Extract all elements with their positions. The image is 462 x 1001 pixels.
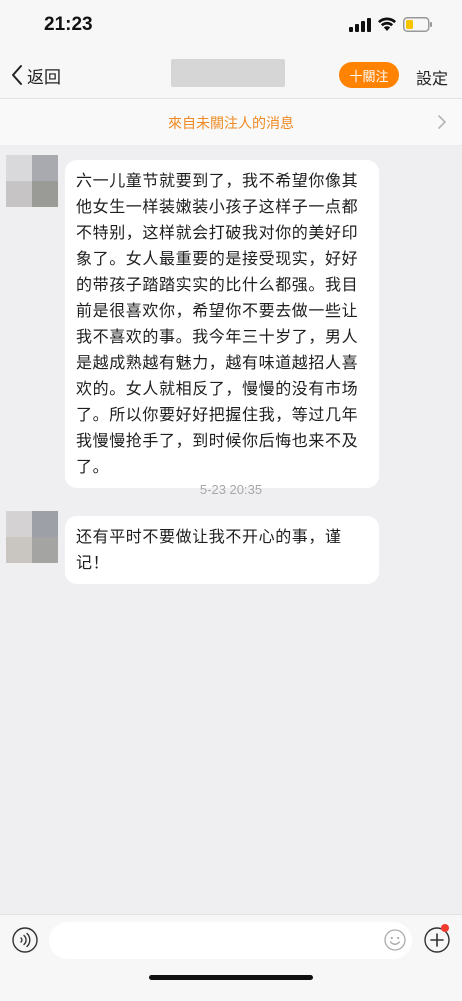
emoji-icon[interactable]: [384, 929, 406, 951]
back-button[interactable]: 返回: [10, 62, 61, 88]
settings-button[interactable]: 設定: [416, 65, 448, 89]
back-label: 返回: [27, 67, 61, 88]
cellular-signal-icon: [349, 18, 371, 32]
wifi-icon: [378, 17, 396, 31]
message-input[interactable]: [49, 922, 412, 959]
message-timestamp: 5-23 20:35: [199, 482, 263, 497]
message-composer: [0, 914, 462, 1001]
banner-text: 來自未關注人的消息: [168, 116, 294, 132]
nav-bar: 返回 十關注 設定: [0, 52, 462, 99]
home-indicator: [149, 975, 313, 980]
notification-dot: [441, 924, 449, 932]
status-bar: 21:23: [0, 0, 462, 52]
status-time: 21:23: [44, 14, 93, 35]
follow-button[interactable]: 十關注: [339, 62, 399, 88]
voice-icon[interactable]: [12, 927, 38, 953]
message-bubble[interactable]: 还有平时不要做让我不开心的事，谨记！: [65, 516, 379, 584]
unfollowed-messages-banner[interactable]: 來自未關注人的消息: [0, 99, 462, 146]
chevron-left-icon: [12, 65, 22, 85]
sender-avatar[interactable]: [6, 155, 58, 207]
conversation-title-redacted: [171, 59, 285, 87]
battery-icon: [403, 17, 432, 32]
sender-avatar[interactable]: [6, 511, 58, 563]
message-bubble[interactable]: 六一儿童节就要到了，我不希望你像其他女生一样装嫩装小孩子这样子一点都不特别，这样…: [65, 160, 379, 488]
chevron-right-icon: [438, 115, 446, 129]
